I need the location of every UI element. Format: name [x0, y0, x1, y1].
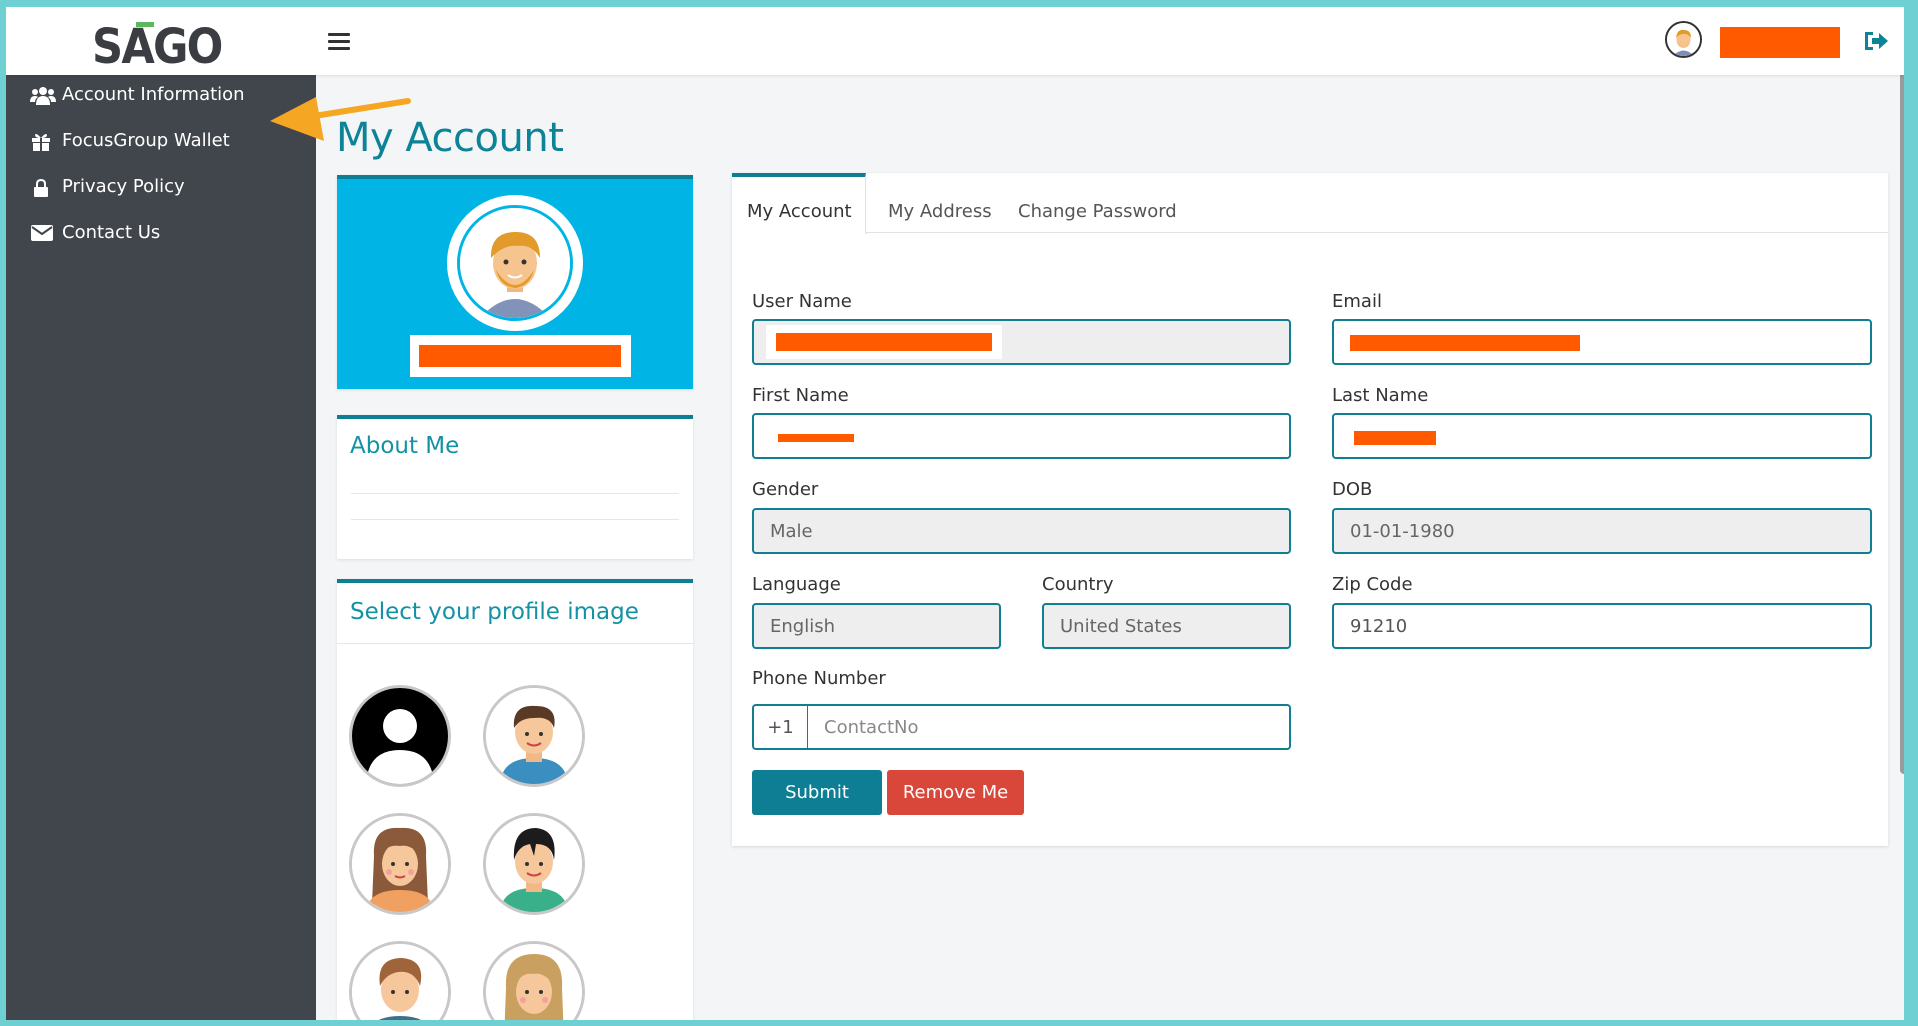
username-redacted: [776, 333, 992, 351]
profile-avatar-frame: [447, 195, 583, 331]
hamburger-icon[interactable]: [328, 33, 350, 51]
about-me-heading: About Me: [350, 433, 460, 459]
select-profile-image-card: Select your profile image: [337, 579, 693, 1020]
select-image-heading: Select your profile image: [350, 599, 639, 625]
avatar-option-man-light-brown-hair[interactable]: [349, 941, 451, 1020]
country-input[interactable]: United States: [1042, 603, 1291, 649]
tab-my-account[interactable]: My Account: [732, 173, 866, 234]
firstname-redacted: [778, 434, 854, 442]
firstname-label: First Name: [752, 385, 849, 406]
divider: [351, 493, 679, 494]
language-label: Language: [752, 574, 841, 595]
logout-icon[interactable]: [1862, 29, 1890, 53]
sidebar-item-label: Account Information: [62, 84, 245, 105]
gift-icon: [30, 131, 54, 153]
divider: [337, 643, 693, 644]
dob-input[interactable]: 01-01-1980: [1332, 508, 1872, 554]
country-label: Country: [1042, 574, 1114, 595]
envelope-icon: [30, 223, 54, 245]
avatar-option-man-black-hair[interactable]: [483, 813, 585, 915]
sidebar: Account Information FocusGroup Wallet Pr…: [6, 75, 316, 1020]
lastname-redacted: [1354, 431, 1436, 445]
top-bar: SAGO: [6, 7, 1904, 75]
user-avatar[interactable]: [1665, 21, 1702, 58]
phone-input[interactable]: ContactNo: [808, 704, 1291, 750]
divider: [351, 519, 679, 520]
page-scrollbar[interactable]: [1900, 29, 1904, 774]
tab-my-address[interactable]: My Address: [888, 173, 992, 233]
email-input[interactable]: [1332, 319, 1872, 365]
gender-input[interactable]: Male: [752, 508, 1291, 554]
sago-logo[interactable]: SAGO: [92, 16, 242, 76]
profile-name-redacted: [419, 345, 621, 367]
phone-country-code: +1: [752, 704, 808, 750]
gender-label: Gender: [752, 479, 819, 500]
app-window: SAGO Account Information FocusGroup Wall…: [6, 7, 1904, 1020]
sidebar-item-privacy-policy[interactable]: Privacy Policy: [6, 167, 316, 209]
language-input[interactable]: English: [752, 603, 1001, 649]
annotation-arrow: [270, 97, 411, 141]
profile-name-field: [410, 335, 631, 377]
tab-change-password[interactable]: Change Password: [1018, 173, 1177, 233]
firstname-input[interactable]: [752, 413, 1291, 459]
email-label: Email: [1332, 291, 1382, 312]
sidebar-item-label: Privacy Policy: [62, 176, 185, 197]
submit-button[interactable]: Submit: [752, 770, 882, 815]
avatar-option-man-brown-hair[interactable]: [483, 685, 585, 787]
lock-icon: [30, 177, 54, 199]
sidebar-item-contact-us[interactable]: Contact Us: [6, 213, 316, 255]
sidebar-item-label: FocusGroup Wallet: [62, 130, 230, 151]
username-label: User Name: [752, 291, 852, 312]
email-redacted: [1350, 335, 1580, 351]
sidebar-item-label: Contact Us: [62, 222, 161, 243]
avatar-option-woman-blonde-hair[interactable]: [483, 941, 585, 1020]
username-redacted[interactable]: [1720, 27, 1840, 58]
lastname-label: Last Name: [1332, 385, 1429, 406]
tab-bar: My Account My Address Change Password: [732, 173, 1888, 234]
zip-input[interactable]: 91210: [1332, 603, 1872, 649]
username-input[interactable]: [752, 319, 1291, 365]
users-icon: [30, 85, 56, 107]
zip-label: Zip Code: [1332, 574, 1413, 595]
phone-label: Phone Number: [752, 668, 886, 689]
logo-text: SAGO: [92, 19, 223, 75]
avatar-option-silhouette[interactable]: [349, 685, 451, 787]
avatar-option-woman-brown-hair[interactable]: [349, 813, 451, 915]
profile-avatar: [457, 205, 573, 321]
remove-me-button[interactable]: Remove Me: [887, 770, 1024, 815]
about-me-card: About Me: [337, 415, 693, 559]
dob-label: DOB: [1332, 479, 1373, 500]
lastname-input[interactable]: [1332, 413, 1872, 459]
profile-card: [337, 175, 693, 389]
